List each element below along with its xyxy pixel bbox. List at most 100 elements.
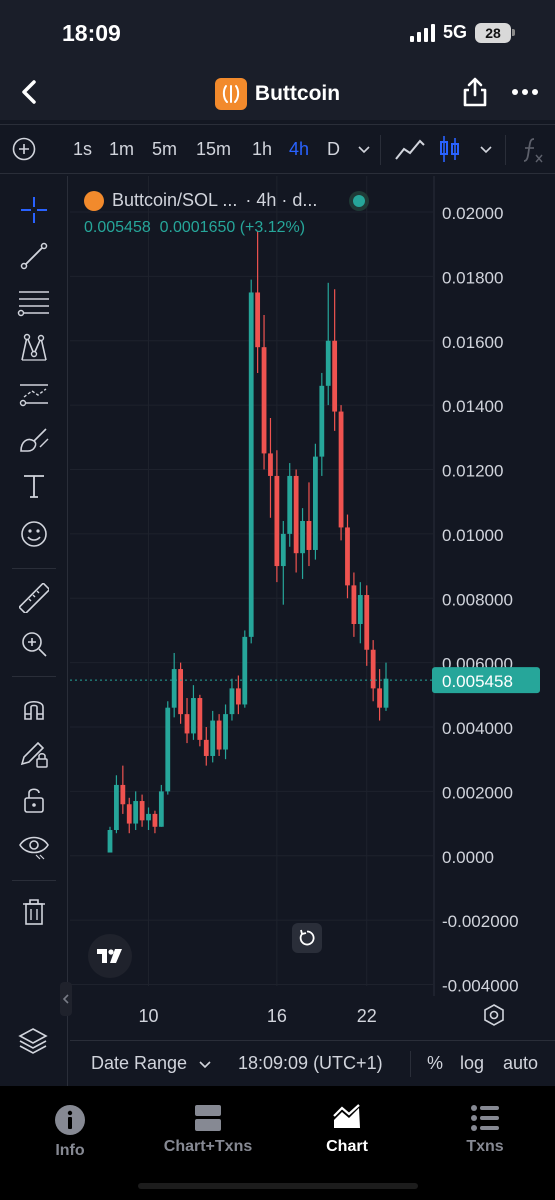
timeframe-1h[interactable]: 1h — [252, 139, 272, 160]
timeframe-5m[interactable]: 5m — [152, 139, 177, 160]
share-icon[interactable] — [460, 76, 490, 108]
chart-toolbar: 1s 1m 5m 15m 1h 4h D — [0, 124, 555, 174]
zoom-tool[interactable] — [16, 626, 52, 662]
timeframe-dropdown-icon[interactable] — [356, 141, 372, 157]
collapse-panel-handle[interactable] — [60, 982, 72, 1016]
more-icon[interactable] — [510, 80, 540, 104]
trend-line-tool[interactable] — [16, 238, 52, 274]
indicators-fx-icon[interactable] — [520, 135, 546, 165]
text-tool[interactable] — [16, 468, 52, 504]
chart-bottom-bar: Date Range 18:09:09 (UTC+1) % log auto — [70, 1040, 555, 1086]
candle-body — [178, 669, 184, 715]
candle-body — [126, 804, 132, 824]
xabcd-pattern-icon — [21, 333, 47, 361]
status-indicators: 5G 28 — [409, 22, 515, 43]
battery-level: 28 — [475, 22, 511, 43]
nav-chart[interactable]: Chart — [277, 1104, 417, 1156]
area-chart-icon — [333, 1104, 360, 1128]
candle-body — [184, 714, 190, 734]
date-range-dropdown-icon[interactable] — [198, 1057, 212, 1071]
tv-logo-icon — [97, 949, 122, 963]
x-tick-label: 10 — [138, 1006, 158, 1026]
chart-canvas[interactable]: 0.02000 0.01800 0.01600 0.01400 0.01200 0.010… — [70, 176, 555, 1026]
eye-icon — [19, 836, 49, 860]
lock-all-tool[interactable] — [16, 782, 52, 818]
candle-body — [332, 340, 338, 412]
timeframe-15m[interactable]: 15m — [196, 139, 231, 160]
pencil-lock-icon — [20, 741, 48, 768]
timeframe-1m[interactable]: 1m — [109, 139, 134, 160]
scale-settings-icon[interactable] — [482, 1003, 506, 1027]
y-tick-label: -0.004000 — [442, 977, 519, 996]
emoji-tool[interactable] — [16, 516, 52, 552]
candle-body — [107, 830, 113, 853]
signal-icon — [409, 23, 435, 42]
candle-body — [306, 521, 312, 550]
nav-info[interactable]: Info — [0, 1104, 140, 1160]
add-indicator-icon[interactable] — [12, 137, 36, 161]
candle-body — [268, 453, 273, 476]
timeframe-d[interactable]: D — [327, 139, 340, 160]
timeframe-1s[interactable]: 1s — [73, 139, 92, 160]
pattern-tool[interactable] — [16, 330, 52, 366]
brush-tool[interactable] — [16, 422, 52, 458]
candle-body — [191, 698, 196, 734]
legend-values: 0.005458 0.0001650 (+3.12%) — [84, 219, 305, 237]
nav-chart-txns[interactable]: Chart+Txns — [138, 1104, 278, 1156]
chart-type-dropdown-icon[interactable] — [478, 141, 494, 157]
candle-body — [345, 527, 350, 586]
page-title: Buttcoin — [254, 82, 341, 105]
lock-drawings-tool[interactable] — [16, 736, 52, 772]
legend-price: 0.005458 — [84, 219, 151, 236]
candle-body — [146, 813, 151, 821]
candle-body — [165, 707, 171, 792]
y-tick-label: 0.008000 — [442, 590, 513, 609]
fib-retracement-tool[interactable] — [16, 284, 52, 320]
candle-body — [255, 292, 261, 348]
y-tick-label: 0.01600 — [442, 333, 503, 352]
x-tick-label: 22 — [357, 1006, 377, 1026]
forecast-tool[interactable] — [16, 376, 52, 412]
delete-drawings-tool[interactable] — [16, 894, 52, 930]
timeframe-4h[interactable]: 4h — [289, 139, 309, 160]
price-chart[interactable]: 0.02000 0.01800 0.01600 0.01400 0.01200 0.010… — [70, 176, 555, 1026]
measure-tool[interactable] — [16, 580, 52, 616]
zoom-in-icon — [22, 632, 47, 657]
candle-body — [242, 636, 248, 705]
candle-body — [364, 595, 370, 650]
battery-icon: 28 — [475, 22, 515, 43]
candle-body — [300, 521, 305, 554]
date-range-button[interactable]: Date Range — [91, 1053, 187, 1074]
candle-body — [377, 688, 382, 708]
line-chart-icon[interactable] — [394, 137, 426, 163]
log-scale-toggle[interactable]: log — [460, 1053, 484, 1074]
list-icon — [471, 1105, 499, 1131]
home-indicator — [138, 1183, 418, 1189]
candle-body — [274, 475, 280, 567]
candle-body — [357, 595, 363, 624]
unlock-icon — [24, 788, 44, 813]
candle-body — [280, 533, 286, 567]
y-tick-label: 0.004000 — [442, 719, 513, 738]
candle-body — [293, 475, 299, 554]
legend-token-logo — [84, 190, 104, 211]
nav-txns[interactable]: Txns — [415, 1104, 555, 1156]
candle-body — [133, 801, 139, 824]
reset-chart-button[interactable] — [292, 923, 322, 953]
crosshair-tool[interactable] — [16, 192, 52, 228]
magnet-tool[interactable] — [16, 690, 52, 726]
candle-body — [210, 720, 216, 756]
info-icon — [55, 1105, 85, 1135]
clock-timezone[interactable]: 18:09:09 (UTC+1) — [238, 1053, 383, 1074]
candle-body — [216, 720, 222, 750]
ruler-icon — [19, 583, 49, 613]
layers-icon[interactable] — [18, 1026, 48, 1056]
percent-scale-toggle[interactable]: % — [427, 1053, 443, 1074]
chart-legend[interactable]: Buttcoin/SOL ... · 4h · d... — [84, 190, 366, 211]
tradingview-logo[interactable] — [88, 934, 132, 978]
candle-body — [171, 669, 177, 708]
auto-scale-toggle[interactable]: auto — [503, 1053, 538, 1074]
nav-chart-txns-label: Chart+Txns — [163, 1138, 253, 1155]
hide-drawings-tool[interactable] — [16, 828, 52, 864]
candlestick-icon[interactable] — [438, 133, 462, 165]
